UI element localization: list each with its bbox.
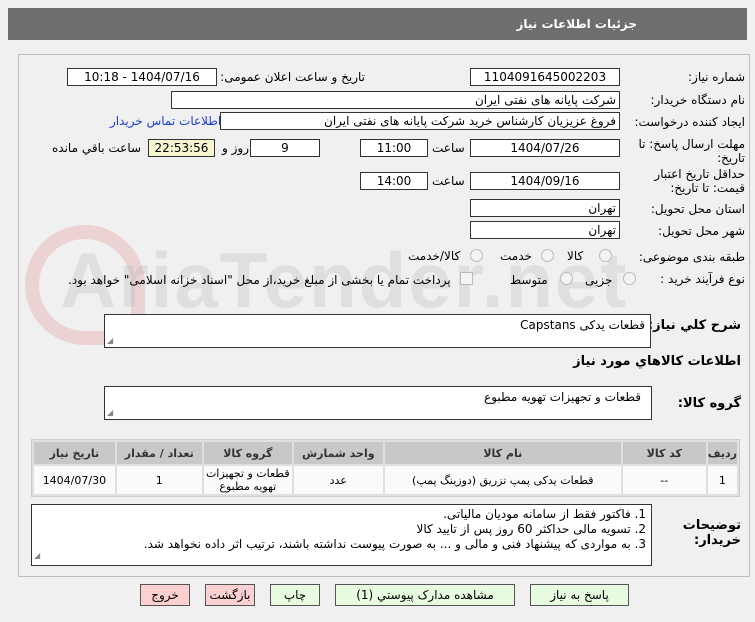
city-field[interactable]: تهران <box>470 221 620 239</box>
th-group: گروه کالا <box>203 442 292 464</box>
cell-code: -- <box>622 466 706 494</box>
view-attachments-button[interactable]: مشاهده مدارک پیوستي (1) <box>335 584 515 606</box>
need-number-label: شماره نیاز: <box>688 70 745 84</box>
creator-label: ایجاد کننده درخواست: <box>634 115 745 129</box>
creator-field[interactable]: فروغ عزیزیان کارشناس خرید شرکت پایانه ها… <box>220 112 620 130</box>
remaining-label: ساعت باقي مانده <box>52 141 142 155</box>
validity-time-field[interactable]: 14:00 <box>360 172 428 190</box>
validity-time-label: ساعت <box>432 174 465 188</box>
summary-text: قطعات یدکی Capstans <box>520 318 645 332</box>
announce-field[interactable]: 1404/07/16 - 10:18 <box>67 68 217 86</box>
days-label: روز و <box>222 141 249 155</box>
cell-unit: عدد <box>293 466 383 494</box>
buyer-label: نام دستگاه خریدار: <box>650 93 746 107</box>
table-row: 1 -- قطعات یدکی پمپ تزریق (دوزینگ پمپ) ع… <box>34 466 737 494</box>
process-radio-minor[interactable] <box>623 272 636 285</box>
buyer-contact-link[interactable]: اطلاعات تماس خریدار <box>110 114 221 128</box>
cell-qty: 1 <box>116 466 202 494</box>
deadline-label: مهلت ارسال پاسخ: تا تاریخ: <box>638 137 745 165</box>
cell-group: قطعات و تجهیزات تهویه مطبوع <box>203 466 292 494</box>
group-text: قطعات و تجهیزات تهویه مطبوع <box>484 390 641 404</box>
treasury-checkbox[interactable] <box>460 272 473 285</box>
validity-label: حداقل تاریخ اعتبار قیمت: تا تاریخ: <box>654 167 745 195</box>
category-label: طبقه بندی موضوعی: <box>638 250 745 264</box>
th-unit: واحد شمارش <box>293 442 383 464</box>
note-line: 3. به مواردی که پیشنهاد فنی و مالی و ...… <box>143 537 646 551</box>
back-button[interactable]: بازگشت <box>205 584 255 606</box>
deadline-date-field[interactable]: 1404/07/26 <box>470 139 620 157</box>
th-date: تاریخ نیاز <box>34 442 115 464</box>
process-label: نوع فرآیند خرید : <box>660 272 745 286</box>
days-field[interactable]: 9 <box>250 139 320 157</box>
buyer-field[interactable]: شرکت پایانه های نفتی ایران <box>171 91 620 109</box>
announce-label: تاریخ و ساعت اعلان عمومی: <box>220 70 365 84</box>
th-qty: تعداد / مقدار <box>116 442 202 464</box>
goods-table: ردیف کد کالا نام کالا واحد شمارش گروه کا… <box>31 439 740 497</box>
deadline-time-field[interactable]: 11:00 <box>360 139 428 157</box>
summary-textarea[interactable]: قطعات یدکی Capstans ◢ <box>104 314 651 348</box>
th-name: نام کالا <box>384 442 621 464</box>
note-line: 1. فاکتور فقط از سامانه مودیان مالیاتی. <box>443 507 646 521</box>
exit-button[interactable]: خروج <box>140 584 190 606</box>
summary-label: شرح کلي نیاز: <box>647 318 741 333</box>
cell-date: 1404/07/30 <box>34 466 115 494</box>
need-number-field[interactable]: 1104091645002203 <box>470 68 620 86</box>
notes-textarea[interactable]: 1. فاکتور فقط از سامانه مودیان مالیاتی. … <box>31 504 652 566</box>
category-option-goods: کالا <box>567 249 584 263</box>
print-button[interactable]: چاپ <box>270 584 320 606</box>
goods-heading: اطلاعات کالاهاي مورد نیاز <box>573 354 741 369</box>
province-field[interactable]: تهران <box>470 199 620 217</box>
cell-name: قطعات یدکی پمپ تزریق (دوزینگ پمپ) <box>384 466 621 494</box>
category-radio-both[interactable] <box>470 249 483 262</box>
group-label: گروه کالا: <box>677 396 741 411</box>
category-option-both: کالا/خدمت <box>408 249 461 263</box>
page-header: جزئیات اطلاعات نیاز <box>8 8 747 40</box>
province-label: استان محل تحویل: <box>650 202 745 216</box>
process-option-minor: جزیی <box>585 273 613 287</box>
process-radio-medium[interactable] <box>560 272 573 285</box>
remaining-time-field: 22:53:56 <box>148 139 215 157</box>
payment-note: پرداخت تمام یا بخشی از مبلغ خرید،از محل … <box>68 273 451 287</box>
category-radio-service[interactable] <box>541 249 554 262</box>
city-label: شهر محل تحویل: <box>658 224 745 238</box>
category-radio-goods[interactable] <box>599 249 612 262</box>
th-row: ردیف <box>707 442 737 464</box>
category-option-service: خدمت <box>500 249 532 263</box>
group-textarea[interactable]: قطعات و تجهیزات تهویه مطبوع ◢ <box>104 386 652 420</box>
validity-date-field[interactable]: 1404/09/16 <box>470 172 620 190</box>
th-code: کد کالا <box>622 442 706 464</box>
reply-button[interactable]: پاسخ به نیاز <box>530 584 629 606</box>
process-option-medium: متوسط <box>510 273 548 287</box>
note-line: 2. تسویه مالی حداکثر 60 روز پس از تایید … <box>416 522 646 536</box>
deadline-time-label: ساعت <box>432 141 465 155</box>
cell-row: 1 <box>707 466 737 494</box>
notes-label: توضیحات خریدار: <box>682 518 741 548</box>
